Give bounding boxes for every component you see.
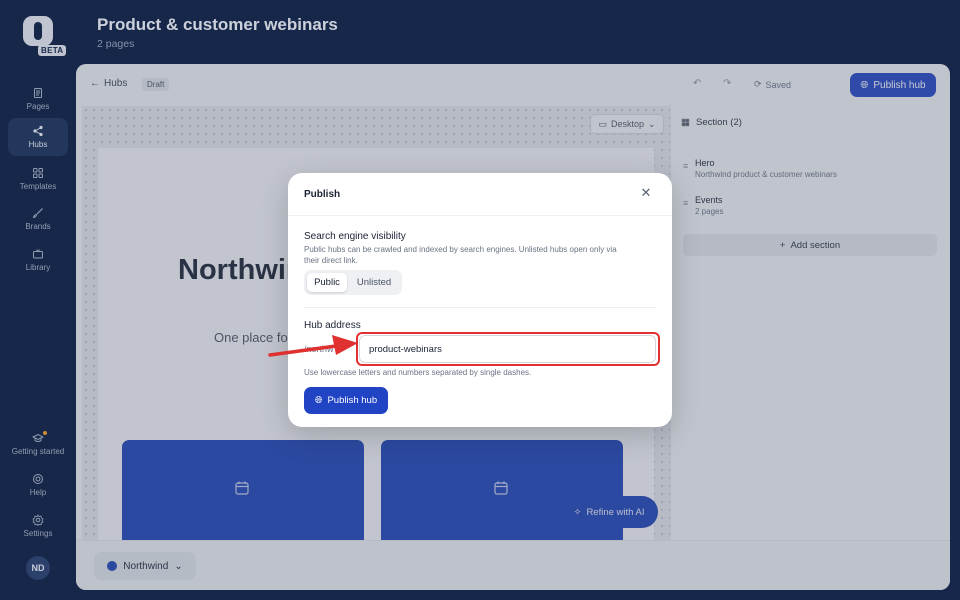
publish-hub-confirm-button[interactable]: 🌐︎ Publish hub xyxy=(304,387,388,414)
annotation-highlight xyxy=(356,332,660,366)
visibility-help-cont: their direct link. xyxy=(304,256,358,265)
divider xyxy=(304,307,656,308)
dialog-title: Publish xyxy=(304,189,341,200)
globe-icon: 🌐︎ xyxy=(314,395,323,406)
divider xyxy=(288,215,672,216)
address-help: Use lowercase letters and numbers separa… xyxy=(304,368,532,377)
visibility-help: Public hubs can be crawled and indexed b… xyxy=(304,245,617,254)
close-icon[interactable]: ✕ xyxy=(638,185,654,201)
publish-dialog: Publish ✕ Search engine visibility Publi… xyxy=(288,173,672,427)
publish-confirm-label: Publish hub xyxy=(327,395,378,406)
visibility-toggle: Public Unlisted xyxy=(304,270,402,295)
option-unlisted[interactable]: Unlisted xyxy=(349,273,399,292)
hub-address-label: Hub address xyxy=(304,320,361,331)
option-public[interactable]: Public xyxy=(307,273,347,292)
visibility-label: Search engine visibility xyxy=(304,231,406,242)
annotation-arrow-icon xyxy=(268,335,358,357)
